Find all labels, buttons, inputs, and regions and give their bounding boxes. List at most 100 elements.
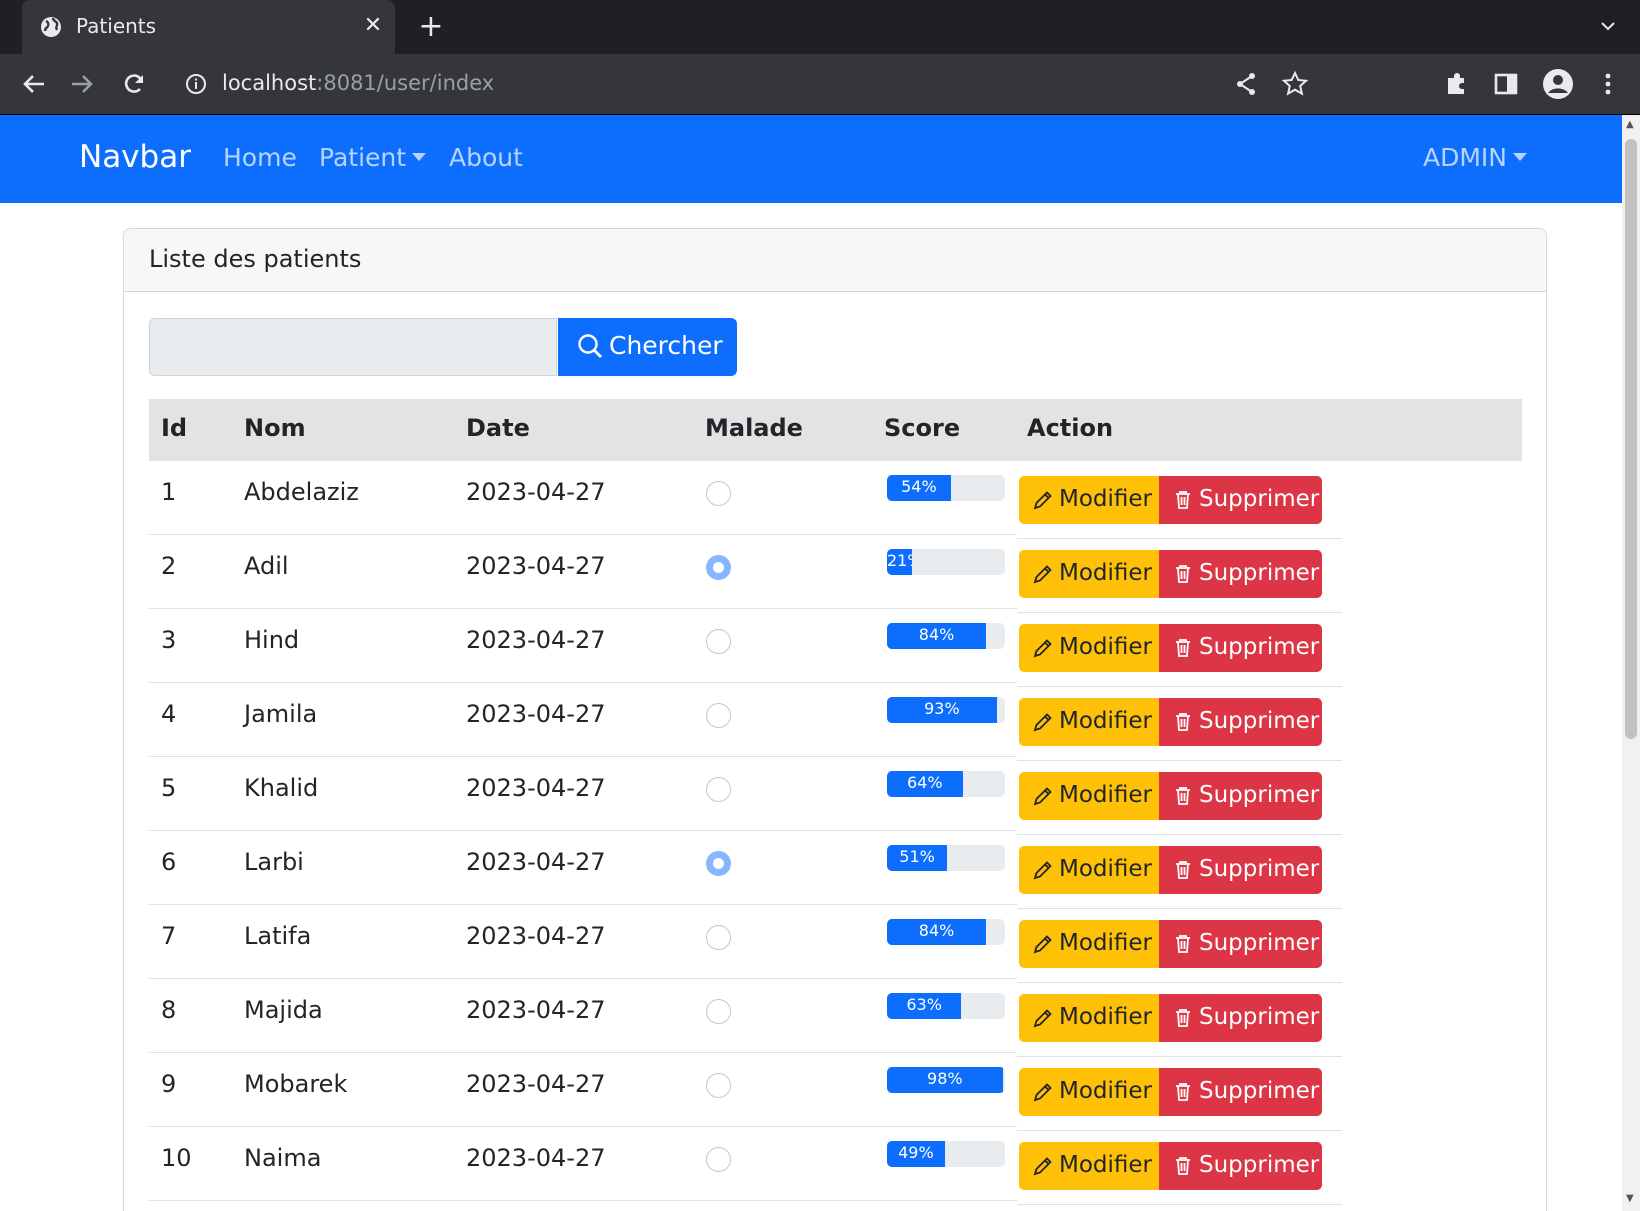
table-row: 4 Jamila 2023-04-27 93% Modifier Supprimer [149,683,1522,761]
pencil-icon [1031,562,1055,586]
trash-icon [1171,488,1195,512]
pencil-icon [1031,784,1055,808]
malade-radio[interactable] [706,1147,731,1172]
delete-button[interactable]: Supprimer [1159,994,1322,1042]
malade-radio[interactable] [706,777,731,802]
scrollbar-thumb[interactable] [1625,139,1637,739]
kebab-menu-icon[interactable] [1592,68,1624,100]
modify-button[interactable]: Modifier [1019,550,1159,598]
globe-icon [39,15,63,39]
reload-icon[interactable] [118,68,150,100]
nav-link-about[interactable]: About [449,143,523,172]
cell-id: 8 [161,996,177,1024]
malade-radio[interactable] [706,629,731,654]
cell-date: 2023-04-27 [466,478,606,506]
delete-button[interactable]: Supprimer [1159,550,1322,598]
card-header: Liste des patients [124,229,1546,292]
chevron-down-icon[interactable] [1594,14,1622,42]
address-bar[interactable]: localhost:8081/user/index [176,60,1306,108]
modify-button[interactable]: Modifier [1019,920,1159,968]
delete-button[interactable]: Supprimer [1159,1142,1322,1190]
score-progress: 84% [887,919,1005,945]
star-icon[interactable] [1279,68,1311,100]
pencil-icon [1031,488,1055,512]
scroll-up-arrow-icon[interactable]: ▲ [1626,119,1634,130]
modify-button-label: Modifier [1059,1078,1152,1104]
delete-button-label: Supprimer [1199,634,1320,660]
malade-radio[interactable] [706,925,731,950]
malade-radio[interactable] [706,481,731,506]
modify-button[interactable]: Modifier [1019,846,1159,894]
cell-nom: Khalid [244,774,319,802]
delete-button[interactable]: Supprimer [1159,698,1322,746]
modify-button[interactable]: Modifier [1019,476,1159,524]
pencil-icon [1031,1080,1055,1104]
page-scrollbar[interactable]: ▲ ▼ [1622,115,1640,1211]
close-tab-icon[interactable]: ✕ [359,12,387,40]
modify-button-label: Modifier [1059,782,1152,808]
cell-date: 2023-04-27 [466,996,606,1024]
back-arrow-icon[interactable] [18,68,50,100]
scroll-down-arrow-icon[interactable]: ▼ [1626,1193,1634,1204]
search-input[interactable] [149,318,557,376]
nav-user-dropdown[interactable]: ADMIN [1423,143,1527,172]
info-icon[interactable] [184,72,208,96]
pencil-icon [1031,1154,1055,1178]
cell-id: 5 [161,774,177,802]
malade-radio[interactable] [706,703,731,728]
url-text: localhost:8081/user/index [222,71,494,95]
new-tab-icon[interactable]: + [414,10,448,44]
trash-icon [1171,784,1195,808]
table-row: 9 Mobarek 2023-04-27 98% Modifier Supprimer [149,1053,1522,1131]
modify-button-label: Modifier [1059,708,1152,734]
cell-id: 10 [161,1144,192,1172]
modify-button[interactable]: Modifier [1019,698,1159,746]
delete-button[interactable]: Supprimer [1159,920,1322,968]
delete-button[interactable]: Supprimer [1159,476,1322,524]
modify-button[interactable]: Modifier [1019,1142,1159,1190]
malade-radio[interactable] [706,999,731,1024]
row-divider [1017,1204,1342,1205]
url-host: localhost [222,71,317,95]
modify-button[interactable]: Modifier [1019,772,1159,820]
score-progress-bar: 54% [887,475,951,501]
delete-button-label: Supprimer [1199,856,1320,882]
score-progress: 21% [887,549,1005,575]
modify-button[interactable]: Modifier [1019,624,1159,672]
browser-tabstrip: Patients ✕ + [0,0,1640,54]
malade-radio[interactable] [706,851,731,876]
delete-button[interactable]: Supprimer [1159,846,1322,894]
browser-tab-patients[interactable]: Patients ✕ [22,0,395,54]
modify-button-label: Modifier [1059,560,1152,586]
cell-date: 2023-04-27 [466,552,606,580]
delete-button[interactable]: Supprimer [1159,1068,1322,1116]
delete-button[interactable]: Supprimer [1159,772,1322,820]
nav-link-patient[interactable]: Patient [319,143,427,172]
search-button[interactable]: Chercher [558,318,737,376]
cell-date: 2023-04-27 [466,1144,606,1172]
forward-arrow-icon[interactable] [66,68,98,100]
malade-radio[interactable] [706,555,731,580]
table-row: 3 Hind 2023-04-27 84% Modifier Supprimer [149,609,1522,687]
nav-link-home[interactable]: Home [223,143,297,172]
modify-button-label: Modifier [1059,486,1152,512]
modify-button[interactable]: Modifier [1019,1068,1159,1116]
delete-button-label: Supprimer [1199,1152,1320,1178]
score-progress: 51% [887,845,1005,871]
profile-avatar-icon[interactable] [1542,68,1574,100]
delete-button[interactable]: Supprimer [1159,624,1322,672]
trash-icon [1171,1080,1195,1104]
url-path: :8081/user/index [316,71,495,95]
header-id: Id [161,414,188,442]
share-icon[interactable] [1230,68,1262,100]
malade-radio[interactable] [706,1073,731,1098]
patients-card: Liste des patients Chercher Id Nom Date … [123,228,1547,1211]
navbar-brand[interactable]: Navbar [79,139,191,175]
extensions-icon[interactable] [1440,68,1472,100]
caret-down-icon [412,153,427,161]
table-row: 5 Khalid 2023-04-27 64% Modifier Supprimer [149,757,1522,835]
side-panel-icon[interactable] [1490,68,1522,100]
modify-button[interactable]: Modifier [1019,994,1159,1042]
modify-button-label: Modifier [1059,1004,1152,1030]
score-progress-bar: 21% [887,549,912,575]
